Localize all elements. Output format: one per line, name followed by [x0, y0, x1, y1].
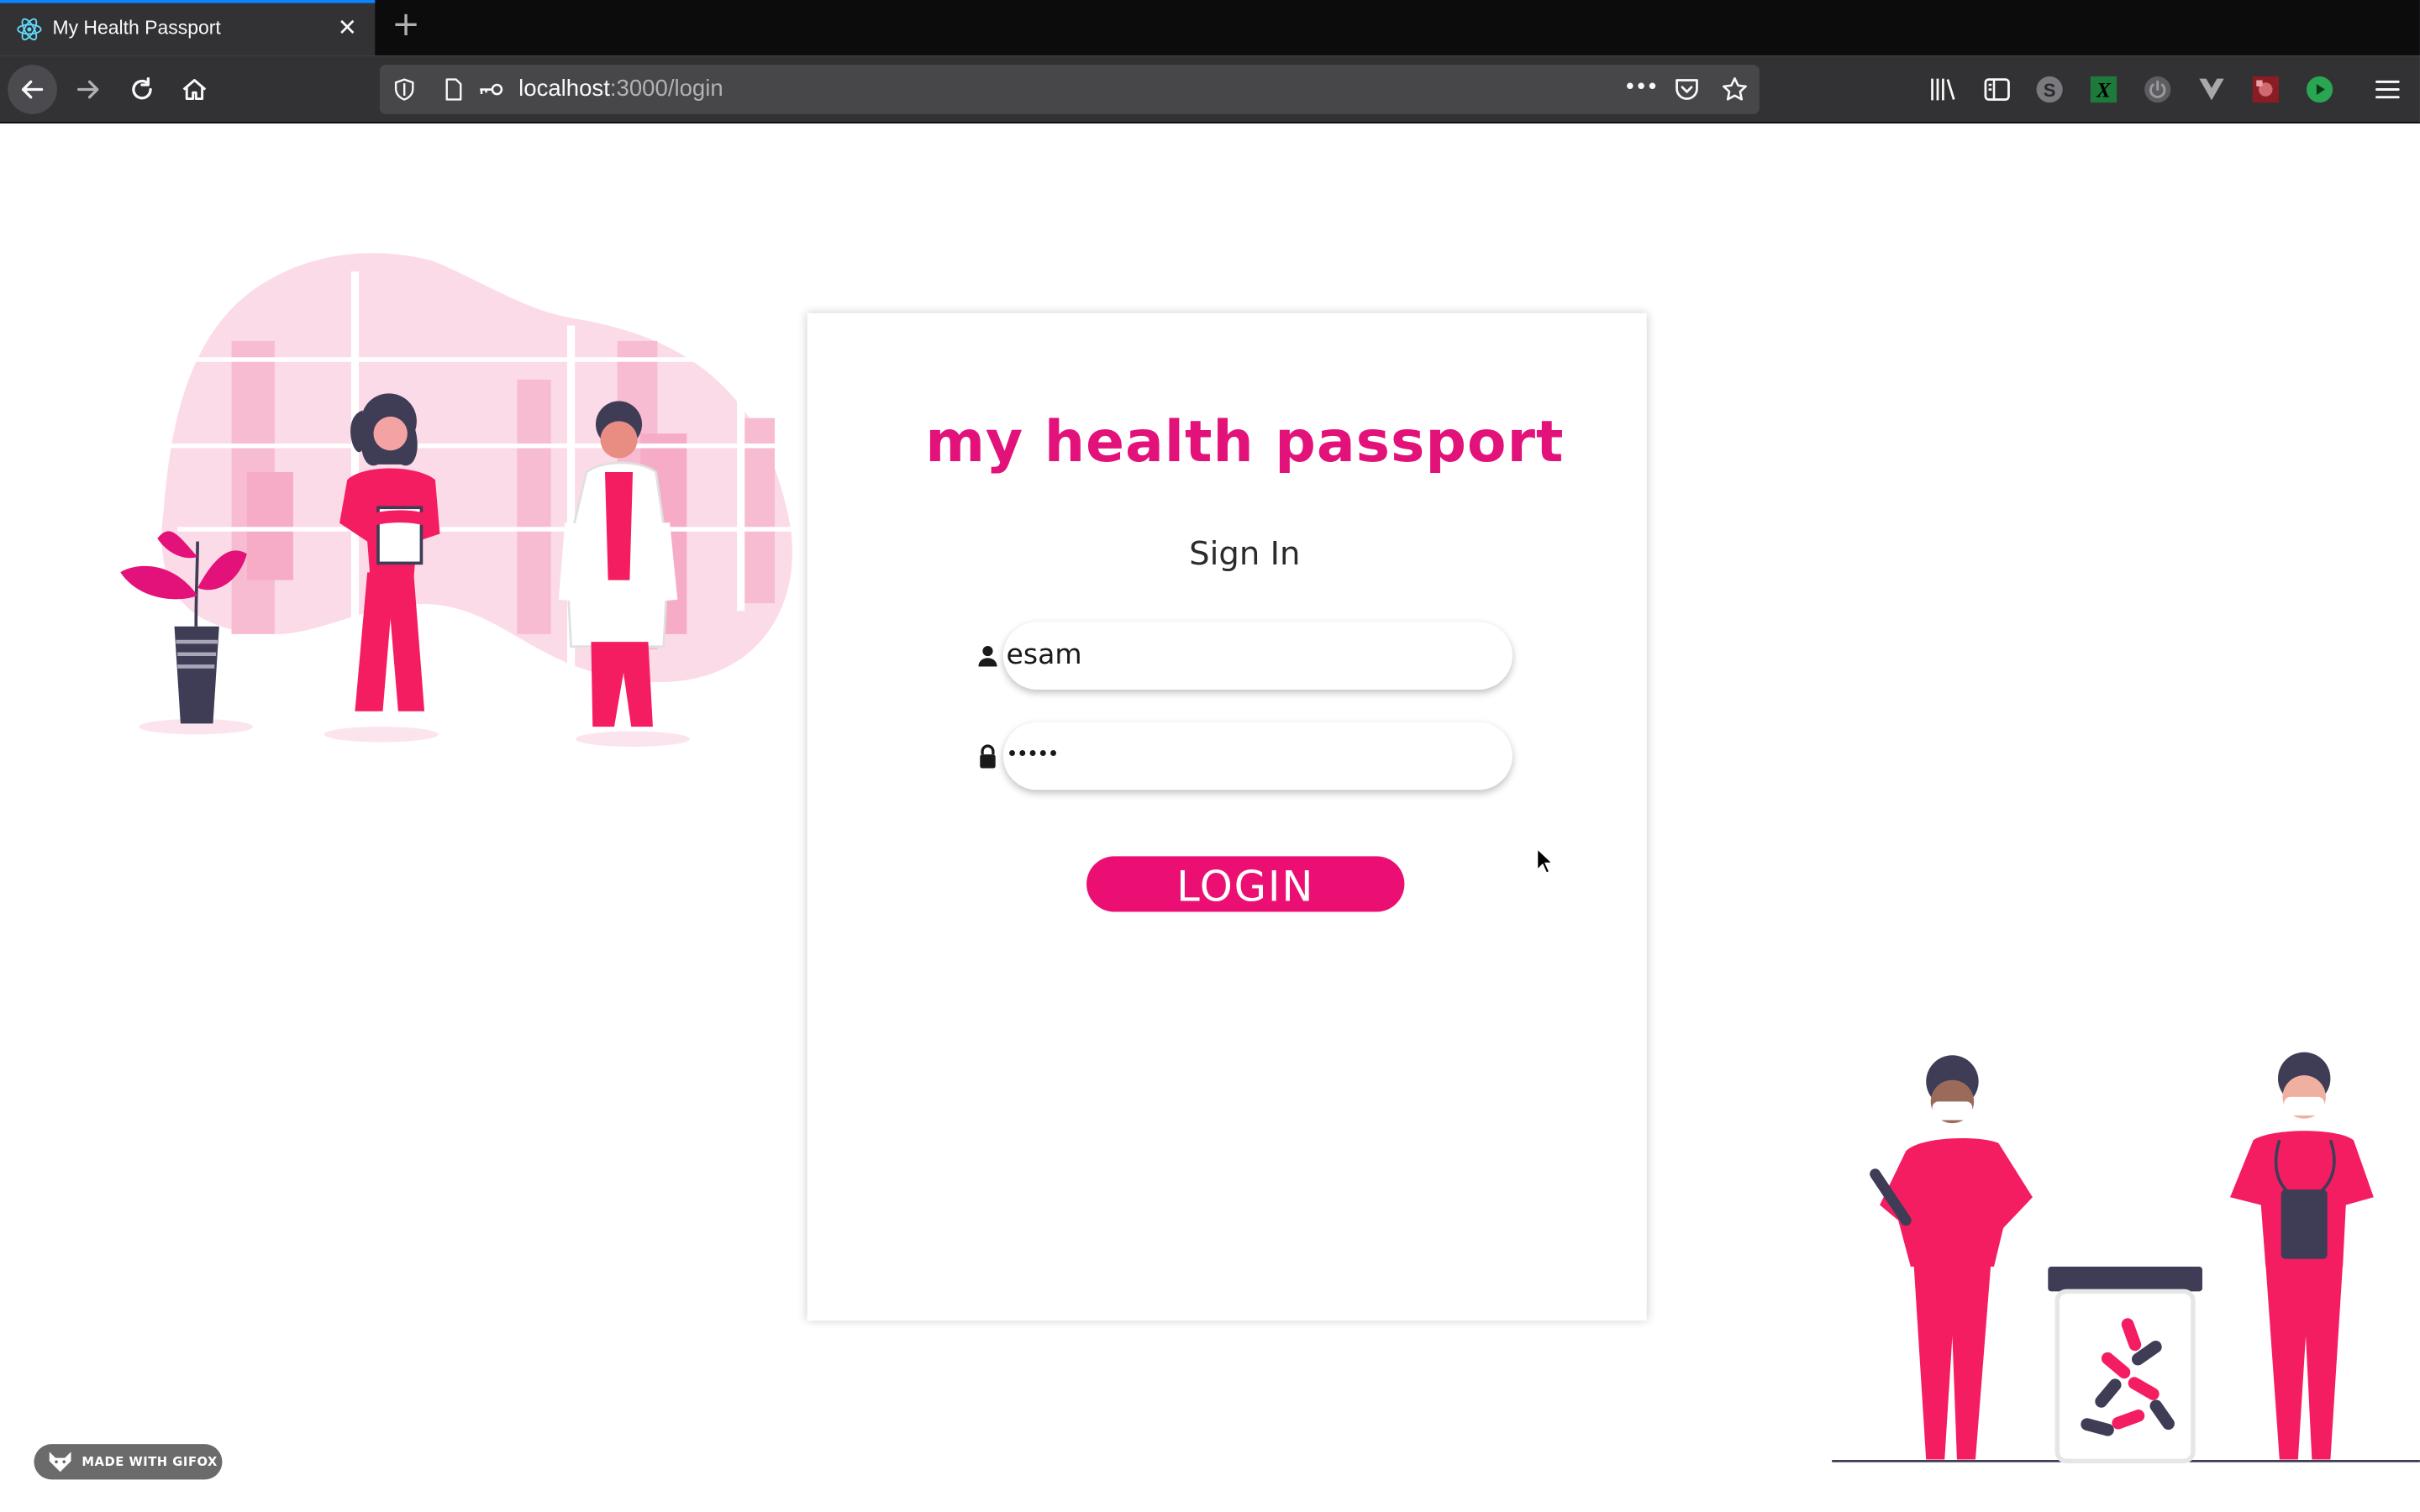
username-input[interactable]: esam: [1002, 622, 1512, 690]
back-arrow-icon: [21, 80, 44, 99]
close-tab-icon[interactable]: ✕: [334, 14, 361, 42]
key-icon[interactable]: [477, 77, 505, 102]
tab-title: My Health Passport: [52, 17, 221, 39]
hamburger-menu-icon[interactable]: [2372, 74, 2403, 105]
pocket-icon[interactable]: [1673, 76, 1701, 103]
gifox-badge: MADE WITH GIFOX: [34, 1444, 223, 1480]
excel-extension-icon[interactable]: X: [2088, 74, 2119, 105]
power-extension-icon[interactable]: [2142, 74, 2173, 105]
reload-icon: [132, 77, 152, 100]
tab-my-health-passport[interactable]: My Health Passport ✕: [0, 0, 376, 56]
back-button[interactable]: [8, 65, 57, 114]
react-logo-icon: [17, 18, 42, 41]
forward-button[interactable]: [63, 65, 113, 114]
password-input[interactable]: •••••: [1002, 722, 1512, 790]
ublock-extension-icon[interactable]: [2250, 74, 2281, 105]
fox-icon: [49, 1452, 71, 1473]
user-icon: [978, 646, 997, 667]
login-card: my health passport Sign In esam ••••• LO…: [807, 312, 1647, 1321]
sidebar-icon[interactable]: [1981, 74, 2012, 105]
sign-in-heading: Sign In: [1189, 535, 1301, 573]
brand-title: my health passport: [925, 408, 1565, 475]
new-tab-button[interactable]: +: [389, 8, 423, 43]
home-button[interactable]: [170, 65, 219, 114]
svg-text:S: S: [2044, 80, 2056, 101]
doctors-illustration: [120, 253, 795, 747]
url-bar[interactable]: localhost:3000/login •••: [379, 65, 1760, 114]
password-field: •••••: [980, 722, 1512, 790]
url-host: localhost: [518, 75, 610, 102]
browser-window: My Health Passport ✕ + localhost:3000/lo…: [0, 0, 2420, 1512]
reload-button[interactable]: [118, 65, 167, 114]
navigation-toolbar: localhost:3000/login ••• S X: [0, 55, 2420, 123]
extension-s-icon[interactable]: S: [2034, 74, 2065, 105]
vue-devtools-icon[interactable]: [2196, 74, 2228, 105]
page-actions-menu-icon[interactable]: •••: [1623, 76, 1659, 100]
shield-icon[interactable]: [392, 77, 417, 102]
url-text: localhost:3000/login: [518, 76, 723, 102]
library-icon[interactable]: [1928, 74, 1959, 105]
play-extension-icon[interactable]: [2304, 74, 2335, 105]
username-field: esam: [978, 622, 1512, 690]
nurses-illustration: [1832, 1052, 2420, 1464]
lock-icon: [980, 744, 996, 769]
home-icon: [182, 79, 207, 101]
url-path: :3000/login: [609, 75, 723, 102]
login-button[interactable]: LOGIN: [1086, 856, 1405, 912]
forward-arrow-icon: [77, 80, 99, 99]
gifox-label: MADE WITH GIFOX: [82, 1455, 218, 1469]
tab-strip: My Health Passport ✕ +: [0, 0, 2420, 56]
page-icon[interactable]: [441, 77, 466, 102]
mouse-cursor-icon: [1536, 847, 1555, 874]
svg-text:X: X: [2096, 78, 2112, 102]
login-page: my health passport Sign In esam ••••• LO…: [0, 124, 2420, 1512]
bookmark-star-icon[interactable]: [1721, 76, 1749, 103]
